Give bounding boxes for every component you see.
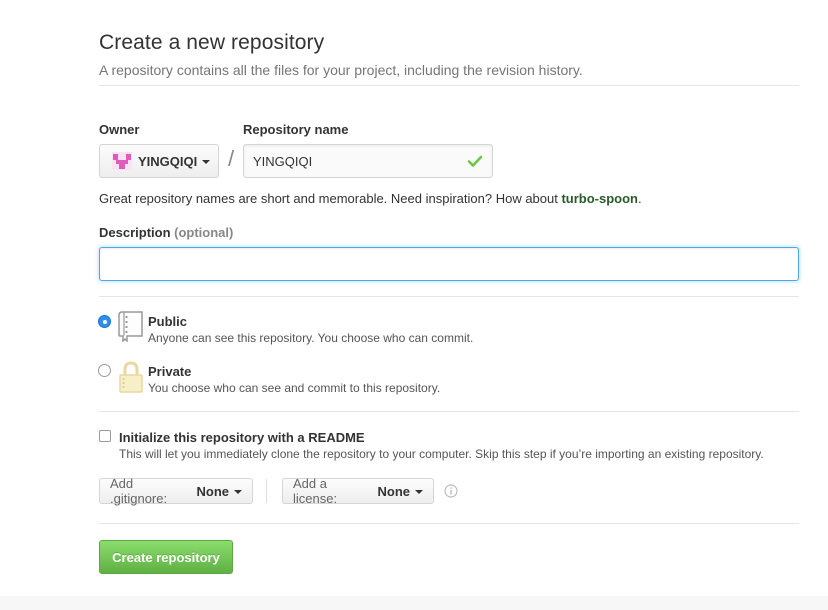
- divider: [99, 523, 799, 524]
- optional-tag: (optional): [174, 225, 234, 240]
- gitignore-select-button[interactable]: Add .gitignore: None: [99, 476, 253, 506]
- footer-strip: [0, 596, 828, 610]
- owner-label: Owner: [99, 122, 140, 137]
- repository-name-value: YINGQIQI: [253, 153, 313, 169]
- hint-text: Great repository names are short and mem…: [99, 191, 562, 206]
- public-title: Public: [148, 314, 188, 329]
- name-suggestion[interactable]: turbo-spoon: [561, 191, 638, 206]
- divider: [99, 411, 799, 412]
- divider: [99, 296, 799, 297]
- owner-select-button[interactable]: YINGQIQI: [99, 144, 219, 178]
- repo-icon: [118, 311, 143, 342]
- page-subtitle: A repository contains all the files for …: [99, 62, 583, 78]
- caret-down-icon: [415, 489, 423, 494]
- hint-suffix: .: [638, 191, 642, 206]
- lock-icon: [119, 361, 143, 393]
- create-repository-button[interactable]: Create repository: [99, 540, 233, 574]
- info-icon[interactable]: [444, 484, 458, 498]
- readme-checkbox[interactable]: [99, 430, 111, 442]
- private-radio[interactable]: [98, 364, 111, 377]
- readme-description: This will let you immediately clone the …: [119, 447, 764, 461]
- repository-name-input[interactable]: YINGQIQI: [243, 144, 493, 178]
- repo-name-hint: Great repository names are short and mem…: [99, 191, 642, 206]
- divider: [99, 85, 799, 86]
- new-repository-page: Create a new repository A repository con…: [0, 0, 828, 610]
- caret-down-icon: [202, 159, 211, 164]
- private-description: You choose who can see and commit to thi…: [148, 381, 441, 395]
- caret-down-icon: [234, 489, 242, 494]
- private-title: Private: [148, 364, 192, 379]
- readme-title: Initialize this repository with a README: [119, 430, 365, 445]
- license-select-button[interactable]: Add a license: None: [282, 476, 434, 506]
- gitignore-prefix: Add .gitignore:: [110, 476, 168, 506]
- description-label-text: Description: [99, 225, 171, 240]
- license-value: None: [377, 483, 411, 499]
- gitignore-value: None: [196, 483, 230, 499]
- repo-name-label: Repository name: [243, 122, 349, 137]
- vertical-divider: [266, 479, 267, 503]
- license-prefix: Add a license:: [293, 476, 338, 506]
- owner-repo-separator: /: [228, 146, 235, 171]
- check-icon: [467, 155, 483, 167]
- public-description: Anyone can see this repository. You choo…: [148, 331, 474, 345]
- public-radio[interactable]: [98, 315, 111, 328]
- avatar: [112, 152, 132, 170]
- description-input[interactable]: [99, 247, 799, 281]
- owner-name: YINGQIQI: [138, 153, 198, 169]
- page-title: Create a new repository: [99, 31, 325, 54]
- description-label: Description (optional): [99, 225, 233, 240]
